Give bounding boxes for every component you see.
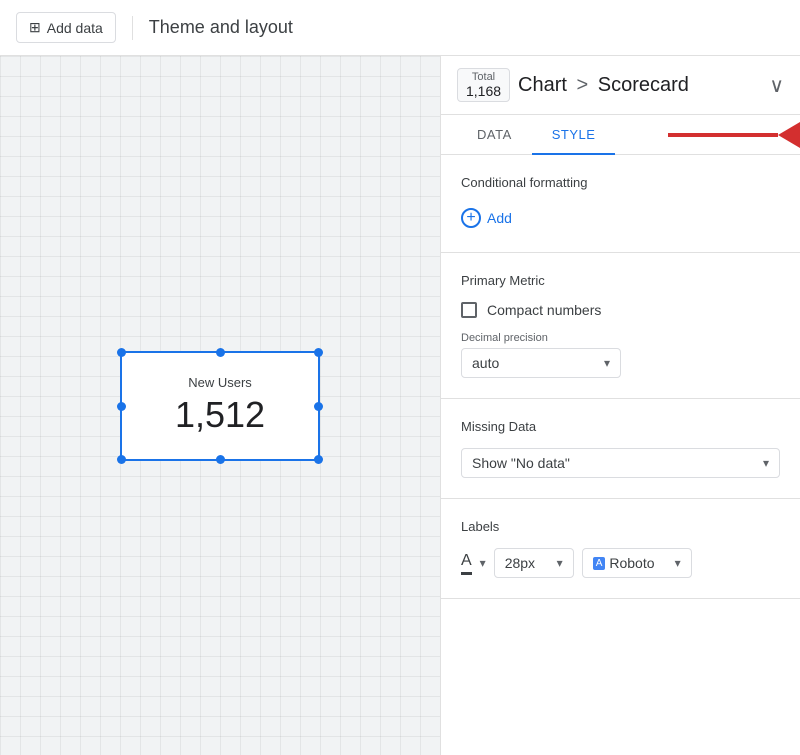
font-icon: A [593, 557, 606, 570]
labels-title: Labels [461, 519, 780, 534]
handle-bc[interactable] [216, 455, 225, 464]
panel-header: Total 1,168 Chart > Scorecard ∨ [441, 56, 800, 115]
scorecard-widget[interactable]: New Users 1,512 [120, 351, 320, 461]
labels-section: Labels A ▾ 28px ▾ A Roboto [441, 499, 800, 599]
handle-tl[interactable] [117, 348, 126, 357]
total-label: Total [472, 71, 495, 83]
canvas-area[interactable]: New Users 1,512 [0, 56, 440, 755]
handle-ml[interactable] [117, 402, 126, 411]
font-underline-control: A [461, 552, 472, 575]
red-arrow-annotation [668, 122, 800, 148]
theme-layout-title: Theme and layout [149, 17, 293, 38]
missing-data-title: Missing Data [461, 419, 780, 434]
font-underline-icon: A [461, 552, 472, 575]
labels-row: A ▾ 28px ▾ A Roboto ▾ [461, 548, 780, 578]
handle-br[interactable] [314, 455, 323, 464]
missing-data-section: Missing Data Show "No data" ▾ [441, 399, 800, 499]
add-conditional-formatting-button[interactable]: + Add [461, 204, 512, 232]
toolbar: ⊞ Add data Theme and layout [0, 0, 800, 56]
chevron-down-icon: ▾ [604, 356, 610, 370]
breadcrumb-separator: > [577, 74, 589, 96]
font-name-value: Roboto [609, 555, 654, 571]
font-underline-dropdown[interactable]: ▾ [480, 556, 486, 570]
main-area: New Users 1,512 Total 1,168 Chart > Scor… [0, 56, 800, 755]
decimal-precision-label: Decimal precision [461, 332, 780, 344]
font-name-value-wrapper: A Roboto [593, 555, 655, 571]
conditional-formatting-title: Conditional formatting [461, 175, 780, 190]
font-name-dropdown[interactable]: A Roboto ▾ [582, 548, 692, 578]
add-data-button[interactable]: ⊞ Add data [16, 12, 116, 43]
breadcrumb-scorecard[interactable]: Scorecard [598, 74, 689, 96]
total-badge: Total 1,168 [457, 68, 510, 102]
compact-numbers-checkbox[interactable] [461, 302, 477, 318]
right-panel: Total 1,168 Chart > Scorecard ∨ DATA STY… [440, 56, 800, 755]
primary-metric-title: Primary Metric [461, 273, 780, 288]
missing-data-dropdown[interactable]: Show "No data" ▾ [461, 448, 780, 478]
toolbar-divider [132, 16, 133, 40]
total-value: 1,168 [466, 83, 501, 99]
widget-label: New Users [188, 375, 252, 390]
add-label: Add [487, 210, 512, 226]
breadcrumb-chart[interactable]: Chart [518, 74, 567, 96]
decimal-precision-value: auto [472, 355, 499, 371]
arrow-head [778, 122, 800, 148]
conditional-formatting-section: Conditional formatting + Add [441, 155, 800, 253]
breadcrumb: Chart > Scorecard [518, 74, 689, 97]
compact-numbers-row: Compact numbers [461, 302, 780, 318]
add-data-icon: ⊞ [29, 19, 41, 36]
handle-tr[interactable] [314, 348, 323, 357]
missing-data-value: Show "No data" [472, 455, 570, 471]
font-size-value: 28px [505, 555, 535, 571]
handle-mr[interactable] [314, 402, 323, 411]
font-size-chevron-icon: ▾ [557, 556, 563, 570]
font-underline-chevron-icon: ▾ [480, 556, 486, 570]
compact-numbers-label: Compact numbers [487, 302, 601, 318]
font-name-chevron-icon: ▾ [675, 556, 681, 570]
handle-tc[interactable] [216, 348, 225, 357]
decimal-precision-group: Decimal precision auto ▾ [461, 332, 780, 378]
add-circle-icon: + [461, 208, 481, 228]
primary-metric-section: Primary Metric Compact numbers Decimal p… [441, 253, 800, 399]
font-size-dropdown[interactable]: 28px ▾ [494, 548, 574, 578]
panel-collapse-button[interactable]: ∨ [769, 73, 784, 98]
handle-bl[interactable] [117, 455, 126, 464]
missing-data-chevron-icon: ▾ [763, 456, 769, 470]
widget-value: 1,512 [175, 394, 265, 436]
tab-data[interactable]: DATA [457, 115, 532, 154]
tabs-container: DATA STYLE [441, 115, 800, 155]
panel-header-left: Total 1,168 Chart > Scorecard [457, 68, 689, 102]
decimal-precision-dropdown[interactable]: auto ▾ [461, 348, 621, 378]
add-data-label: Add data [47, 20, 103, 36]
tab-style[interactable]: STYLE [532, 115, 616, 154]
arrow-line [668, 133, 778, 137]
